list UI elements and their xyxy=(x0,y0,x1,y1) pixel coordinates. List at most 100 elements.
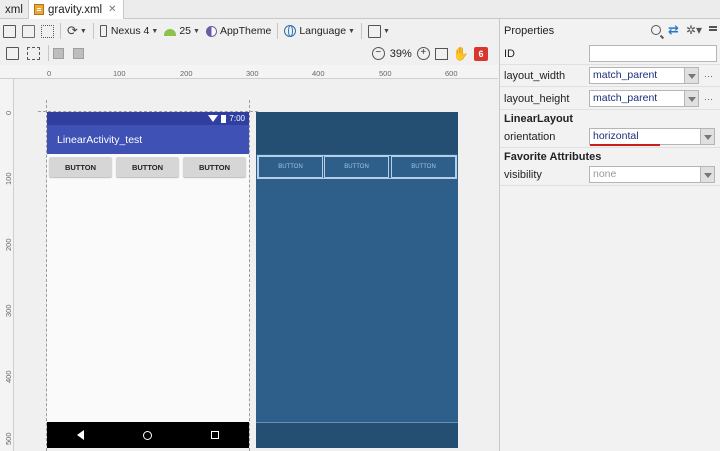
api-level-dropdown[interactable]: 25 ▼ xyxy=(161,21,203,41)
design-view-icon xyxy=(6,46,19,60)
theme-list-button[interactable] xyxy=(38,21,57,41)
property-label: layout_height xyxy=(504,92,570,105)
chevron-down-icon: ▼ xyxy=(151,27,159,35)
more-options-button[interactable]: ··· xyxy=(704,94,713,104)
device-label: Nexus 4 xyxy=(110,25,150,37)
blueprint-button-2[interactable]: BUTTON xyxy=(324,156,389,178)
back-icon xyxy=(76,430,84,440)
language-dropdown[interactable]: Language ▼ xyxy=(281,21,358,41)
ruler-tick-label: 0 xyxy=(47,69,52,78)
blueprint-button-3[interactable]: BUTTON xyxy=(391,156,456,178)
zoom-level: 39% xyxy=(389,47,412,60)
chevron-down-icon[interactable] xyxy=(701,166,715,183)
api-level-label: 25 xyxy=(179,25,191,37)
layout-height-combobox[interactable]: match_parent xyxy=(589,90,685,107)
section-favorite-attributes: Favorite Attributes xyxy=(504,151,602,163)
chevron-down-icon[interactable] xyxy=(701,128,715,145)
globe-icon xyxy=(284,25,297,37)
zoom-out-button[interactable]: − xyxy=(371,47,385,60)
preview-button-3[interactable]: BUTTON xyxy=(183,157,246,177)
vertical-ruler: 0 100 200 300 400 500 xyxy=(0,79,14,451)
pack-icon xyxy=(53,47,64,59)
xml-file-icon xyxy=(34,4,44,15)
android-icon xyxy=(164,29,177,36)
id-input[interactable] xyxy=(589,45,717,62)
blueprint-preview[interactable]: BUTTON BUTTON BUTTON xyxy=(256,112,458,448)
preview-button-2[interactable]: BUTTON xyxy=(116,157,179,177)
layout-variants-icon xyxy=(367,24,381,38)
ruler-tick-label: 600 xyxy=(445,69,458,78)
device-dropdown[interactable]: Nexus 4 ▼ xyxy=(97,21,161,41)
zoom-controls: − 39% + ✋ 6 xyxy=(371,43,488,64)
layout-width-combobox[interactable]: match_parent xyxy=(589,67,685,84)
tab-label: gravity.xml xyxy=(48,3,103,16)
tab-gravity-xml[interactable]: gravity.xml ✕ xyxy=(28,0,124,19)
blueprint-nav-bar xyxy=(256,422,458,448)
layers-icon xyxy=(3,24,16,38)
design-surface-button[interactable] xyxy=(0,21,19,41)
ruler-tick-label: 300 xyxy=(4,304,13,317)
bounds-guide xyxy=(249,100,250,451)
canvas-toolbar: − 39% + ✋ 6 xyxy=(0,43,498,64)
gear-icon[interactable]: ✲▾ xyxy=(686,23,702,37)
ruler-tick-label: 0 xyxy=(4,110,13,115)
blueprint-app-bar xyxy=(256,112,458,154)
search-icon[interactable] xyxy=(651,25,662,35)
recents-icon xyxy=(211,431,220,439)
blueprint-toggle-button[interactable] xyxy=(19,21,38,41)
chevron-down-icon: ▼ xyxy=(79,27,87,35)
chevron-down-icon: ▼ xyxy=(382,27,390,35)
error-badge[interactable]: 6 xyxy=(474,46,488,61)
property-row-layout-width: layout_width match_parent ··· xyxy=(500,65,720,87)
layout-variants-dropdown[interactable]: ▼ xyxy=(365,21,393,41)
battery-icon xyxy=(221,114,227,123)
swap-view-icon[interactable]: ⇄ xyxy=(668,23,679,36)
zoom-to-fit-button[interactable] xyxy=(434,47,448,60)
close-icon[interactable]: ✕ xyxy=(108,4,116,15)
ruler-tick-label: 200 xyxy=(180,69,193,78)
device-preview[interactable]: 7:00 LinearActivity_test BUTTON BUTTON B… xyxy=(47,112,249,448)
orientation-combobox[interactable]: horizontal xyxy=(589,128,701,145)
ruler-tick-label: 400 xyxy=(312,69,325,78)
more-options-button[interactable]: ··· xyxy=(704,71,713,81)
pack-button[interactable] xyxy=(50,43,67,63)
chevron-down-icon[interactable] xyxy=(685,67,699,84)
chevron-down-icon: ▼ xyxy=(348,27,355,35)
phone-icon xyxy=(99,25,107,37)
property-row-id: ID xyxy=(500,43,720,65)
section-linear-layout: LinearLayout xyxy=(504,113,574,125)
zoom-in-button[interactable]: + xyxy=(416,47,430,60)
toolbar-divider xyxy=(360,23,362,39)
toolbar-divider xyxy=(60,23,61,39)
ruler-tick-label: 200 xyxy=(4,238,13,251)
chevron-down-icon[interactable] xyxy=(685,90,699,107)
home-icon xyxy=(142,430,152,440)
ruler-tick-label: 500 xyxy=(379,69,392,78)
ruler-tick-label: 300 xyxy=(246,69,259,78)
property-row-layout-height: layout_height match_parent ··· xyxy=(500,88,720,110)
tab-previous-file[interactable]: xml xyxy=(0,0,28,19)
app-bar: LinearActivity_test xyxy=(47,125,249,154)
wifi-icon xyxy=(208,115,219,122)
properties-title: Properties xyxy=(504,25,555,37)
orientation-dropdown[interactable]: ⟳ ▼ xyxy=(64,21,90,41)
blueprint-icon xyxy=(22,24,35,38)
property-label: visibility xyxy=(504,168,542,181)
hide-panel-icon[interactable] xyxy=(709,29,717,31)
status-bar: 7:00 xyxy=(47,112,249,125)
blueprint-view-button[interactable] xyxy=(24,43,43,63)
tab-label: xml xyxy=(5,3,23,16)
spellcheck-underline xyxy=(590,144,660,146)
design-view-button[interactable] xyxy=(3,43,22,63)
blueprint-button-1[interactable]: BUTTON xyxy=(258,156,323,178)
toolbar-divider xyxy=(48,45,49,61)
visibility-combobox[interactable]: none xyxy=(589,166,701,183)
ruler-tick-label: 500 xyxy=(4,432,13,445)
horizontal-ruler: 0 100 200 300 400 500 600 xyxy=(0,65,498,79)
ruler-tick-label: 100 xyxy=(4,172,13,185)
distribute-button[interactable] xyxy=(70,43,87,63)
design-toolbar: ⟳ ▼ Nexus 4 ▼ 25 ▼ AppTheme Language ▼ ▼ xyxy=(0,20,498,42)
pan-hand-icon[interactable]: ✋ xyxy=(453,46,469,62)
theme-dropdown[interactable]: AppTheme xyxy=(203,21,274,41)
preview-button-1[interactable]: BUTTON xyxy=(49,157,112,177)
